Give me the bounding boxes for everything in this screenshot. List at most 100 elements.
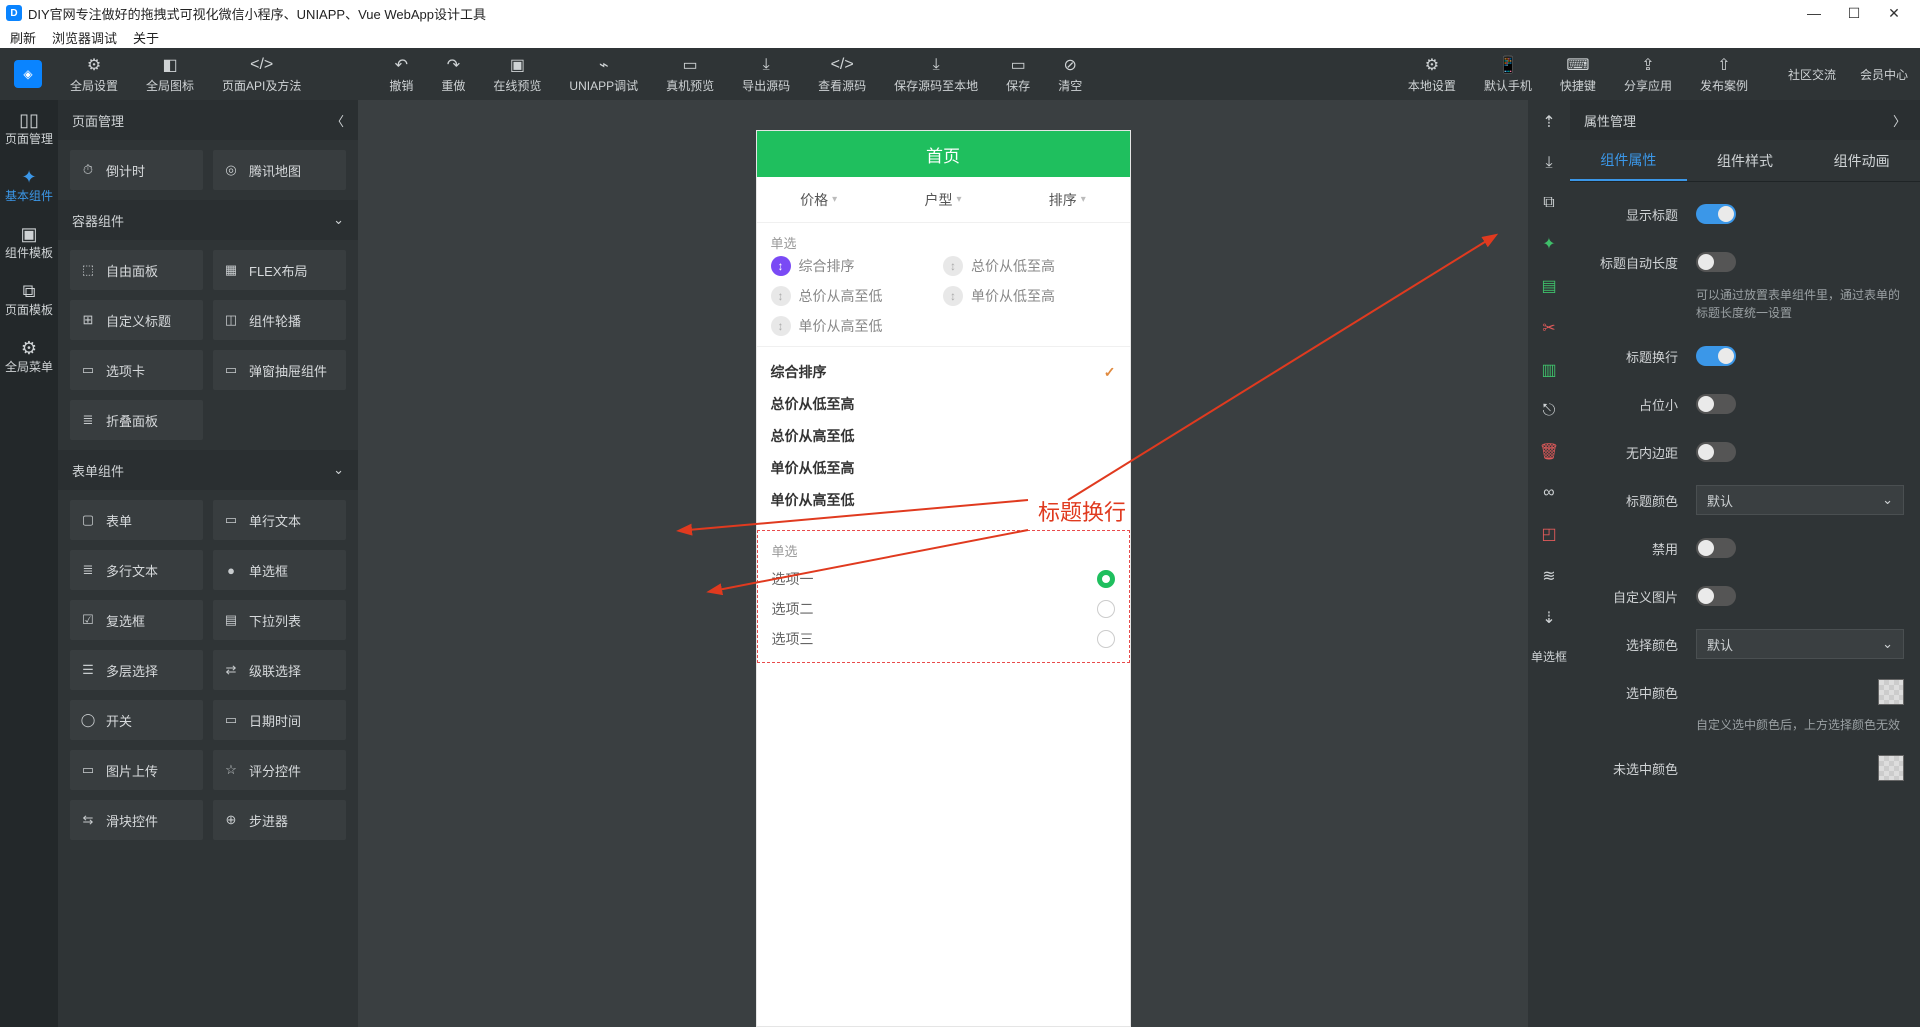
rail-global-menu[interactable]: ⚙全局菜单 (0, 328, 58, 385)
tab-comp-anim[interactable]: 组件动画 (1803, 140, 1920, 181)
select-title-color[interactable]: 默认⌄ (1696, 485, 1904, 515)
rail-download-icon[interactable]: ⤓ (1545, 154, 1552, 172)
rail-comp-tmpl[interactable]: ▣组件模板 (0, 214, 58, 271)
rail-page-manage[interactable]: ▯▯页面管理 (0, 100, 58, 157)
design-canvas[interactable]: 首页 价格▾ 户型▾ 排序▾ 单选 ↕综合排序↕总价从低至高↕总价从高至低↕单价… (358, 100, 1528, 1027)
filter-sort[interactable]: 排序▾ (1005, 177, 1129, 222)
rail-top-icon[interactable]: ⇡ (1542, 112, 1555, 132)
group-container[interactable]: 容器组件⌄ (58, 200, 358, 240)
filter-layout[interactable]: 户型▾ (881, 177, 1005, 222)
chip-步进器[interactable]: ⊕步进器 (213, 800, 346, 840)
sort-option[interactable]: ↕单价从高至低 (771, 316, 944, 336)
chip-折叠面板[interactable]: ≣折叠面板 (70, 400, 203, 440)
radio-option-1[interactable]: 选项一 (758, 564, 1129, 594)
tb-global-settings[interactable]: ⚙全局设置 (56, 55, 132, 94)
chip-开关[interactable]: ◯开关 (70, 700, 203, 740)
chip-图片上传[interactable]: ▭图片上传 (70, 750, 203, 790)
tb-redo[interactable]: ↷重做 (427, 55, 479, 94)
tb-default-phone[interactable]: 📱默认手机 (1470, 55, 1546, 94)
chip-单行文本[interactable]: ▭单行文本 (213, 500, 346, 540)
tb-global-icons[interactable]: ◧全局图标 (132, 55, 208, 94)
chip-级联选择[interactable]: ⇄级联选择 (213, 650, 346, 690)
chip-自定义标题[interactable]: ⊞自定义标题 (70, 300, 203, 340)
window-close-button[interactable]: ✕ (1874, 5, 1914, 22)
color-selected[interactable] (1878, 679, 1904, 705)
tb-share-app[interactable]: ⇪分享应用 (1610, 55, 1686, 94)
tb-shortcut[interactable]: ⌨快捷键 (1546, 55, 1610, 94)
toggle-show-title[interactable] (1696, 204, 1736, 224)
toggle-title-auto-len[interactable] (1696, 252, 1736, 272)
rail-doc-icon[interactable]: ▤ (1541, 276, 1556, 296)
toggle-disabled[interactable] (1696, 538, 1736, 558)
tb-publish-case[interactable]: ⇧发布案例 (1686, 55, 1762, 94)
brand-cube-icon[interactable]: ◈ (14, 60, 42, 88)
chip-下拉列表[interactable]: ▤下拉列表 (213, 600, 346, 640)
rail-lock-icon[interactable]: ⎋ (1543, 402, 1556, 420)
menu-refresh[interactable]: 刷新 (10, 28, 36, 47)
group-form[interactable]: 表单组件⌄ (58, 450, 358, 490)
rail-page-tmpl[interactable]: ⧉页面模板 (0, 271, 58, 328)
window-minimize-button[interactable]: — (1794, 5, 1834, 21)
tb-undo[interactable]: ↶撤销 (375, 55, 427, 94)
tb-local-settings[interactable]: ⚙本地设置 (1394, 55, 1470, 94)
chip-日期时间[interactable]: ▭日期时间 (213, 700, 346, 740)
chip-tencent-map[interactable]: ◎腾讯地图 (213, 150, 346, 190)
tab-comp-style[interactable]: 组件样式 (1687, 140, 1804, 181)
chip-自由面板[interactable]: ⬚自由面板 (70, 250, 203, 290)
sort-option[interactable]: ↕总价从低至高 (943, 256, 1116, 276)
sort-list-row[interactable]: 总价从高至低 (757, 420, 1130, 452)
community-link[interactable]: 社区交流 (1776, 66, 1848, 83)
tb-page-api[interactable]: </>页面API及方法 (208, 55, 315, 94)
color-unselected[interactable] (1878, 755, 1904, 781)
tb-online-preview[interactable]: ▣在线预览 (479, 55, 555, 94)
sort-list-row[interactable]: 单价从低至高 (757, 452, 1130, 484)
rail-layers-icon[interactable]: ≋ (1542, 566, 1555, 586)
rail-bounds-icon[interactable]: ◰ (1541, 524, 1556, 544)
tb-save[interactable]: ▭保存 (992, 55, 1044, 94)
selected-radio-component[interactable]: 单选 选项一 选项二 选项三 (757, 530, 1130, 663)
chip-多行文本[interactable]: ≣多行文本 (70, 550, 203, 590)
rail-break-icon[interactable]: ✂ (1542, 318, 1555, 338)
tb-save-local[interactable]: ⤓保存源码至本地 (880, 55, 992, 94)
sort-list-row[interactable]: 总价从低至高 (757, 388, 1130, 420)
radio-option-2[interactable]: 选项二 (758, 594, 1129, 624)
chip-滑块控件[interactable]: ⇆滑块控件 (70, 800, 203, 840)
radio-option-3[interactable]: 选项三 (758, 624, 1129, 654)
chip-单选框[interactable]: ●单选框 (213, 550, 346, 590)
tb-real-preview[interactable]: ▭真机预览 (652, 55, 728, 94)
chip-复选框[interactable]: ☑复选框 (70, 600, 203, 640)
rail-delete-icon[interactable]: 🗑 (1539, 442, 1559, 462)
window-maximize-button[interactable]: ☐ (1834, 5, 1874, 22)
chip-评分控件[interactable]: ☆评分控件 (213, 750, 346, 790)
select-select-color[interactable]: 默认⌄ (1696, 629, 1904, 659)
sort-option[interactable]: ↕单价从低至高 (943, 286, 1116, 306)
sort-list-row[interactable]: 综合排序✓ (757, 356, 1130, 388)
rail-puzzle-icon[interactable]: ✦ (1542, 234, 1555, 254)
rail-link-icon[interactable]: ∞ (1543, 484, 1554, 502)
sort-option[interactable]: ↕总价从高至低 (771, 286, 944, 306)
tab-comp-props[interactable]: 组件属性 (1570, 140, 1687, 181)
chip-表单[interactable]: ▢表单 (70, 500, 203, 540)
chip-countdown[interactable]: ⏱倒计时 (70, 150, 203, 190)
chip-选项卡[interactable]: ▭选项卡 (70, 350, 203, 390)
tb-export-src[interactable]: ⤓导出源码 (728, 55, 804, 94)
toggle-title-wrap[interactable] (1696, 346, 1736, 366)
rail-basic-comp[interactable]: ✦基本组件 (0, 157, 58, 214)
toggle-no-padding[interactable] (1696, 442, 1736, 462)
toggle-small-placeholder[interactable] (1696, 394, 1736, 414)
rail-copy-icon[interactable]: ⧉ (1543, 194, 1554, 212)
rail-note-icon[interactable]: ▥ (1541, 360, 1556, 380)
chip-组件轮播[interactable]: ◫组件轮播 (213, 300, 346, 340)
collapse-left-icon[interactable]: 〈 (331, 111, 344, 130)
menu-about[interactable]: 关于 (133, 28, 159, 47)
chip-多层选择[interactable]: ☰多层选择 (70, 650, 203, 690)
member-center-link[interactable]: 会员中心 (1848, 66, 1920, 83)
filter-price[interactable]: 价格▾ (757, 177, 881, 222)
tb-clear[interactable]: ⊘清空 (1044, 55, 1096, 94)
menu-browser-debug[interactable]: 浏览器调试 (52, 28, 117, 47)
tb-uniapp-debug[interactable]: ⌁UNIAPP调试 (555, 55, 652, 94)
chip-FLEX布局[interactable]: ▦FLEX布局 (213, 250, 346, 290)
collapse-right-icon[interactable]: 〉 (1893, 111, 1906, 130)
toggle-custom-image[interactable] (1696, 586, 1736, 606)
rail-bottom-icon[interactable]: ⇣ (1542, 608, 1555, 628)
